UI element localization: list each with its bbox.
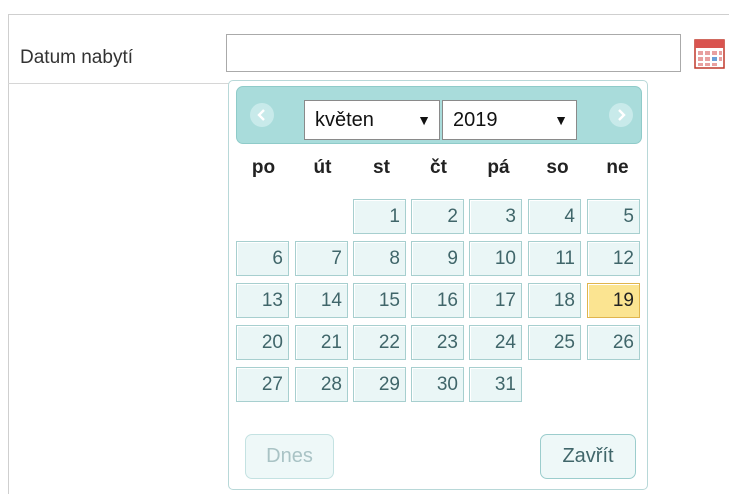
calendar-day-grid: 1 2 3 4 5 6 7 8 9 10 11 12 13 14 15 16 17 18 19 20 21 22 23 24 2… — [229, 81, 647, 489]
day-cell[interactable]: 25 — [528, 325, 581, 360]
day-cell[interactable]: 29 — [353, 367, 406, 402]
day-cell[interactable]: 24 — [469, 325, 522, 360]
datepicker-popup: květen ▼ 2019 ▼ po út st čt pá so ne 123… — [228, 80, 648, 490]
day-cell[interactable]: 27 — [236, 367, 289, 402]
day-cell[interactable]: 22 — [353, 325, 406, 360]
day-cell[interactable]: 30 — [411, 367, 464, 402]
form-row-divider — [8, 83, 229, 84]
day-cell-today[interactable]: 19 — [587, 283, 640, 318]
day-cell[interactable]: 17 — [469, 283, 522, 318]
day-cell[interactable]: 3 — [469, 199, 522, 234]
day-cell[interactable]: 15 — [353, 283, 406, 318]
day-cell[interactable]: 28 — [295, 367, 348, 402]
day-cell[interactable]: 26 — [587, 325, 640, 360]
day-cell[interactable]: 2 — [411, 199, 464, 234]
date-input[interactable] — [226, 34, 681, 72]
date-field-label: Datum nabytí — [20, 47, 133, 68]
day-cell[interactable]: 31 — [469, 367, 522, 402]
form-frame-left — [8, 14, 9, 494]
day-cell[interactable]: 21 — [295, 325, 348, 360]
day-cell[interactable]: 23 — [411, 325, 464, 360]
day-cell[interactable]: 8 — [353, 241, 406, 276]
day-cell[interactable]: 14 — [295, 283, 348, 318]
calendar-icon — [693, 37, 726, 70]
calendar-button[interactable] — [693, 37, 726, 70]
day-cell[interactable]: 1 — [353, 199, 406, 234]
day-cell[interactable]: 5 — [587, 199, 640, 234]
today-button[interactable]: Dnes — [245, 434, 334, 479]
day-cell[interactable]: 7 — [295, 241, 348, 276]
day-cell[interactable]: 20 — [236, 325, 289, 360]
day-cell[interactable]: 12 — [587, 241, 640, 276]
day-cell[interactable]: 9 — [411, 241, 464, 276]
day-cell[interactable]: 13 — [236, 283, 289, 318]
day-cell[interactable]: 10 — [469, 241, 522, 276]
day-cell[interactable]: 6 — [236, 241, 289, 276]
day-cell[interactable]: 18 — [528, 283, 581, 318]
form-frame-top — [8, 14, 729, 15]
close-button[interactable]: Zavřít — [540, 434, 636, 479]
day-cell[interactable]: 16 — [411, 283, 464, 318]
day-cell[interactable]: 4 — [528, 199, 581, 234]
day-cell[interactable]: 11 — [528, 241, 581, 276]
